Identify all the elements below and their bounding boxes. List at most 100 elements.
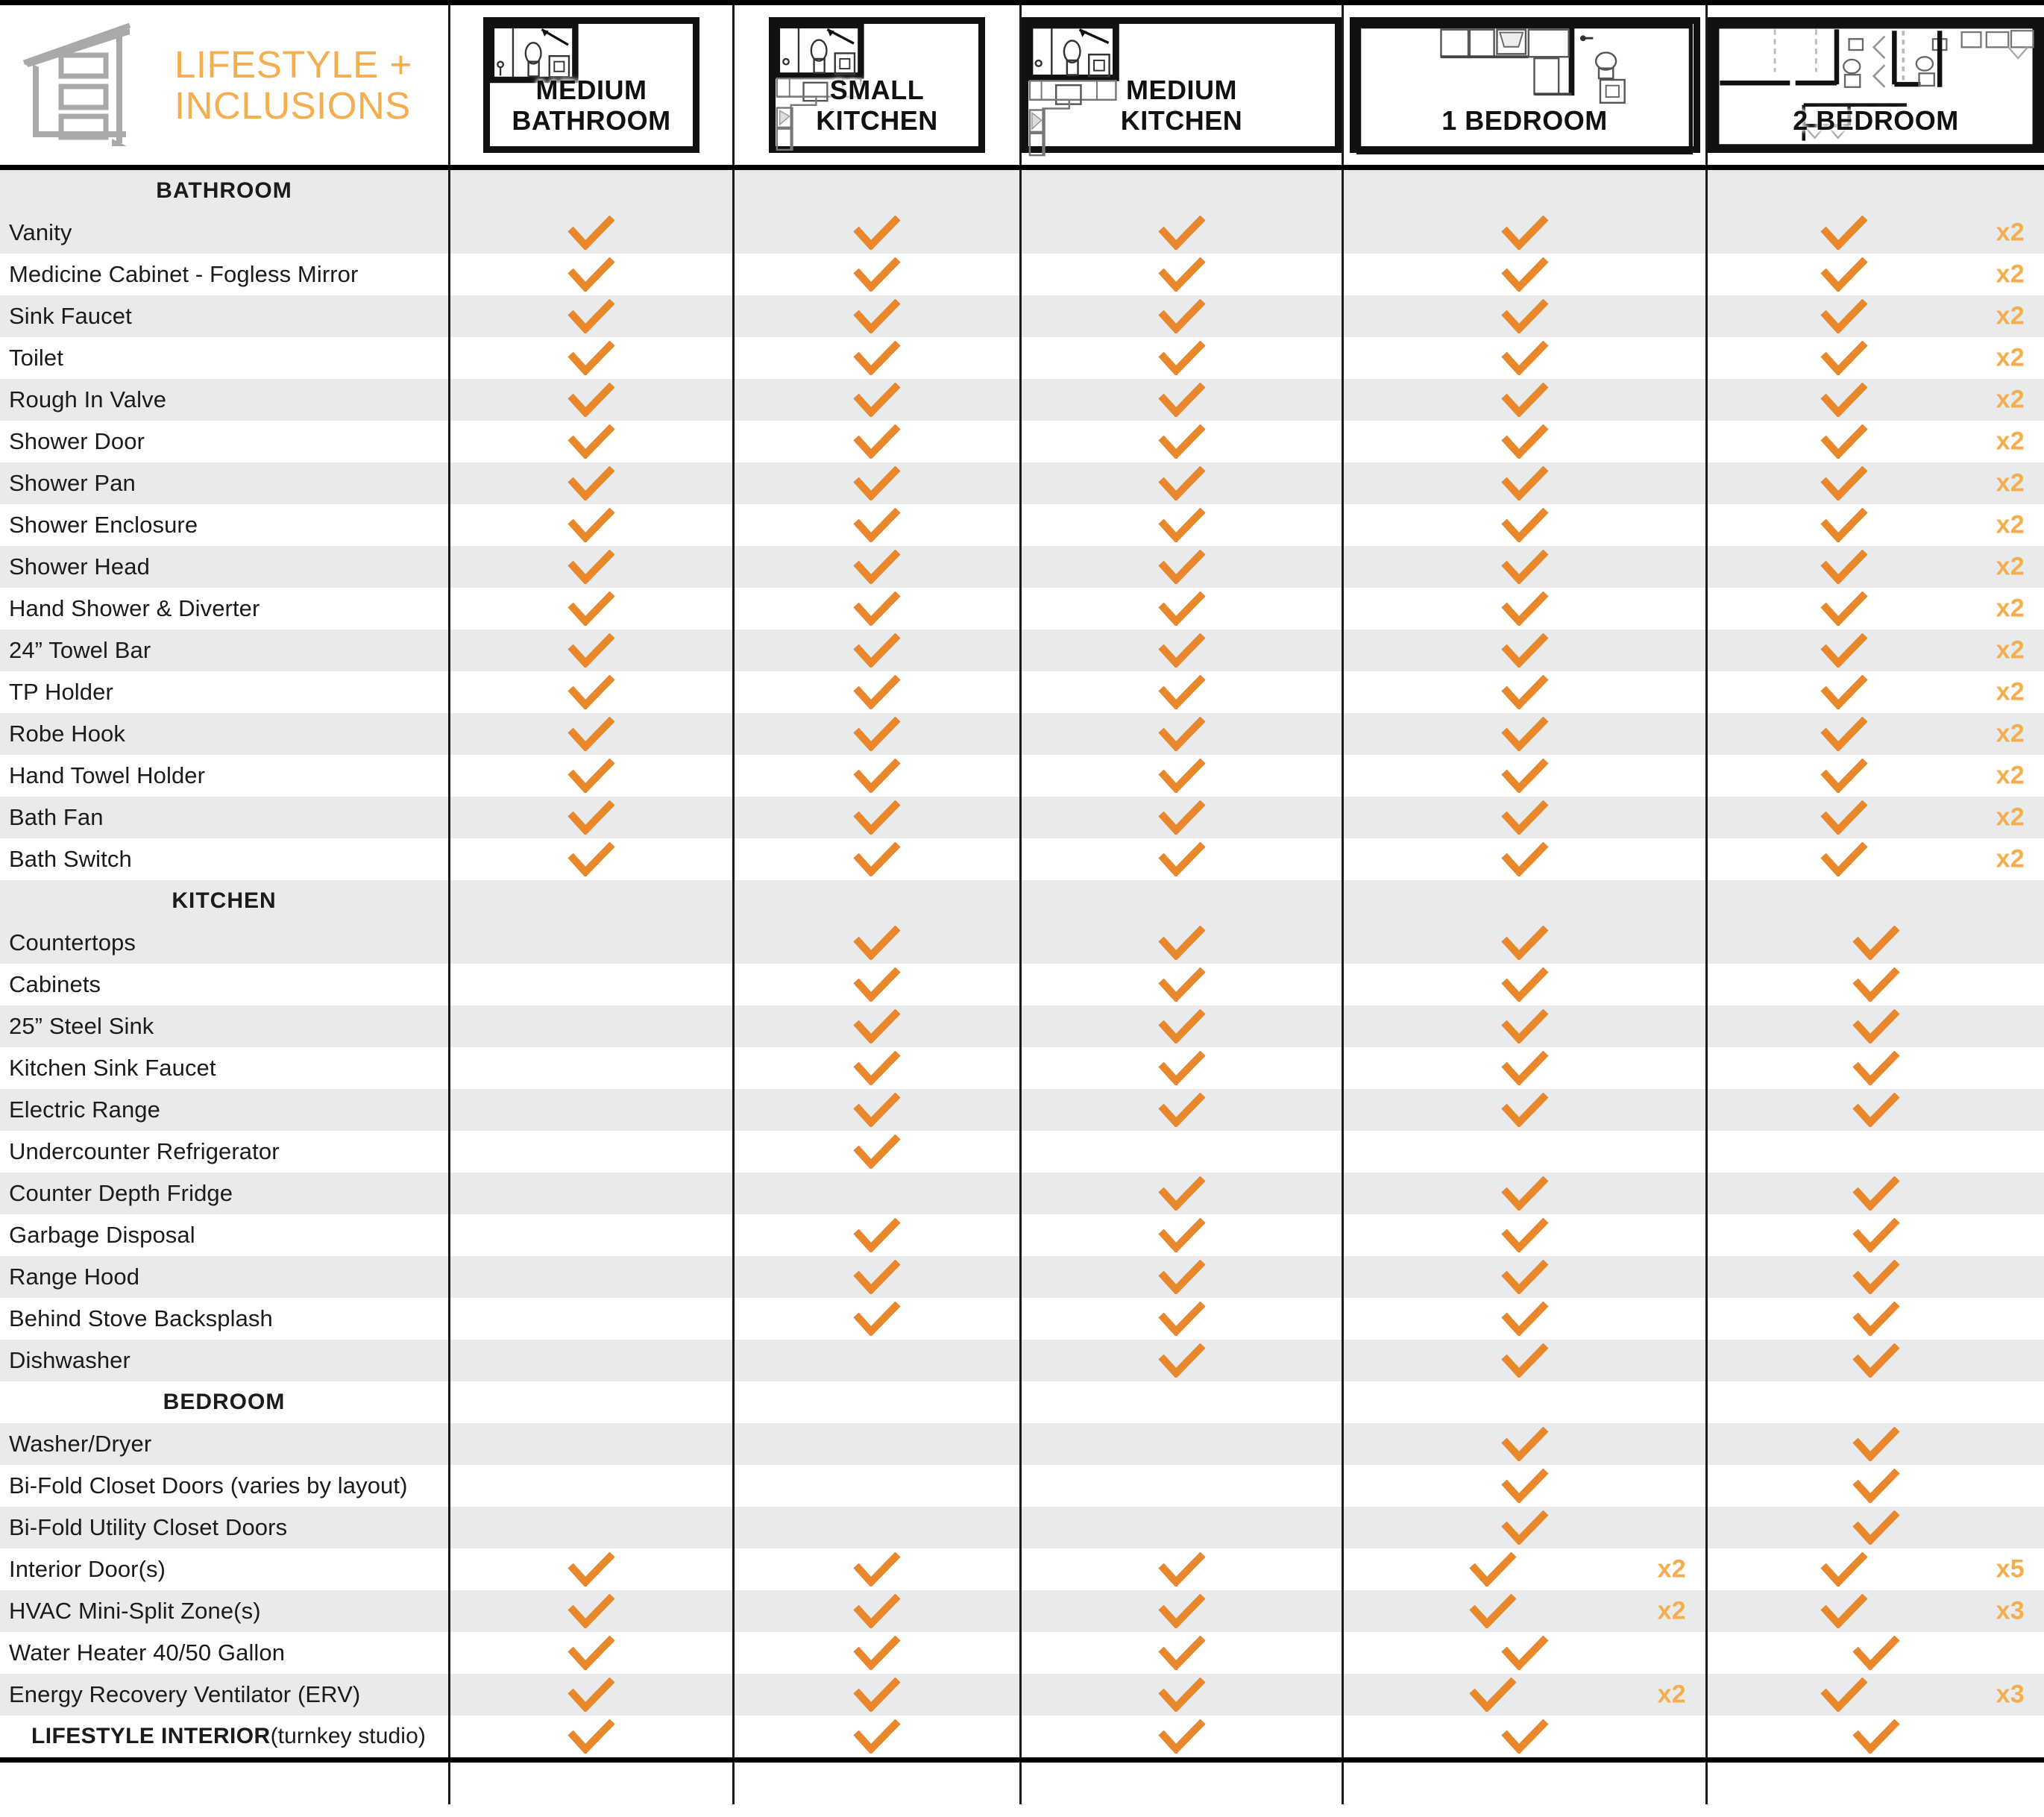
cell-content: [450, 1590, 732, 1632]
table-row: Counter Depth Fridge: [0, 1173, 2044, 1214]
cell-content: [450, 755, 732, 797]
cell-content: [450, 462, 732, 504]
cell-one_bedroom: [1344, 797, 1708, 838]
checkmark-icon: [1820, 466, 1868, 500]
table-row: Cabinets: [0, 964, 2044, 1005]
column-header-label: SMALL KITCHEN: [816, 75, 938, 136]
checkmark-icon: [567, 842, 615, 876]
cell-content: [1344, 922, 1705, 964]
quantity-multiplier: x2: [1996, 301, 2025, 330]
row-label: Shower Door: [0, 421, 450, 462]
cell-small_kitchen: [735, 1131, 1022, 1173]
cell-content: [1022, 254, 1342, 295]
cell-content: [1022, 337, 1342, 379]
checkmark-icon: [1157, 1678, 1206, 1712]
checkmark-icon: [1852, 1469, 1900, 1503]
quantity-multiplier: x2: [1657, 1554, 1686, 1584]
cell-content: x2: [1708, 588, 2044, 630]
cell-two_bedroom: x2: [1708, 713, 2044, 755]
cell-content: [1344, 964, 1705, 1005]
checkmark-icon: [1157, 1009, 1206, 1044]
row-label: Hand Shower & Diverter: [0, 588, 450, 630]
checkmark-icon: [853, 1218, 901, 1252]
checkmark-icon: [1157, 1302, 1206, 1336]
checkmark-icon: [1500, 759, 1549, 793]
cell-two_bedroom: x2: [1708, 254, 2044, 295]
cell-medium_bathroom: [450, 1423, 735, 1465]
checkmark-icon: [1500, 1093, 1549, 1127]
quantity-multiplier: x2: [1996, 427, 2025, 456]
checkmark-icon: [1500, 1636, 1549, 1670]
cell-content: [1022, 1716, 1342, 1757]
cell-content: [735, 1214, 1019, 1256]
checkmark-icon: [567, 299, 615, 333]
table-row: Medicine Cabinet - Fogless Mirror x2: [0, 254, 2044, 295]
table-row: Rough In Valve x2: [0, 379, 2044, 421]
cell-content: [1344, 1632, 1705, 1674]
cell-content: x2: [1708, 546, 2044, 588]
cell-medium_kitchen: [1022, 1131, 1344, 1173]
cell-small_kitchen: [735, 922, 1022, 964]
cell-medium_bathroom: [450, 1047, 735, 1089]
checkmark-icon: [853, 1678, 901, 1712]
cell-two_bedroom: [1708, 1005, 2044, 1047]
cell-medium_bathroom: [450, 797, 735, 838]
cell-two_bedroom: [1708, 1298, 2044, 1340]
table-row: 25” Steel Sink: [0, 1005, 2044, 1047]
row-label: 25” Steel Sink: [0, 1005, 450, 1047]
cell-two_bedroom: x3: [1708, 1590, 2044, 1632]
floorplan-2-bedroom-icon: 2 BEDROOM: [1708, 17, 2044, 153]
cell-content: [1022, 504, 1342, 546]
cell-content: [1344, 1298, 1705, 1340]
checkmark-icon: [853, 1009, 901, 1044]
cell-medium_bathroom: [450, 462, 735, 504]
section-header-cell-medium_kitchen: [1022, 170, 1344, 212]
cell-small_kitchen: [735, 295, 1022, 337]
cell-one_bedroom: [1344, 630, 1708, 671]
row-label-note: (turnkey studio): [270, 1724, 426, 1748]
cell-content: [1022, 212, 1342, 254]
cell-content: [1022, 838, 1342, 880]
cell-content: [450, 337, 732, 379]
cell-medium_kitchen: [1022, 797, 1344, 838]
table-row: Behind Stove Backsplash: [0, 1298, 2044, 1340]
quantity-multiplier: x2: [1996, 218, 2025, 247]
table-row: Undercounter Refrigerator: [0, 1131, 2044, 1173]
cell-medium_bathroom: [450, 1173, 735, 1214]
table-row: 24” Towel Bar x2: [0, 630, 2044, 671]
checkmark-icon: [1500, 1510, 1549, 1545]
cell-content: [1344, 1465, 1705, 1507]
checkmark-icon: [567, 550, 615, 584]
cell-content: [1708, 1465, 2044, 1507]
cell-small_kitchen: [735, 1089, 1022, 1131]
cell-medium_kitchen: [1022, 1590, 1344, 1632]
checkmark-icon: [1157, 591, 1206, 626]
row-label-bold: LIFESTYLE INTERIOR: [31, 1724, 271, 1748]
footer-cell: [1708, 1763, 2044, 1804]
cell-medium_kitchen: [1022, 1548, 1344, 1590]
row-label: Water Heater 40/50 Gallon: [0, 1632, 450, 1674]
cell-medium_kitchen: [1022, 254, 1344, 295]
cell-two_bedroom: [1708, 1423, 2044, 1465]
cell-two_bedroom: x2: [1708, 379, 2044, 421]
cell-small_kitchen: [735, 1005, 1022, 1047]
cell-content: [450, 421, 732, 462]
table-row: Dishwasher: [0, 1340, 2044, 1381]
cell-small_kitchen: [735, 421, 1022, 462]
checkmark-icon: [853, 1719, 901, 1754]
quantity-multiplier: x3: [1996, 1680, 2025, 1709]
cell-content: x2: [1344, 1548, 1705, 1590]
cell-medium_kitchen: [1022, 1005, 1344, 1047]
quantity-multiplier: x2: [1996, 468, 2025, 498]
checkmark-icon: [1500, 967, 1549, 1002]
checkmark-icon: [1157, 1552, 1206, 1587]
table-row: Shower Enclosure x2: [0, 504, 2044, 546]
cell-medium_kitchen: [1022, 504, 1344, 546]
cell-two_bedroom: x2: [1708, 630, 2044, 671]
table-row: Interior Door(s) x2 x5: [0, 1548, 2044, 1590]
checkmark-icon: [1500, 1218, 1549, 1252]
cell-content: [1022, 1173, 1342, 1214]
checkmark-icon: [1820, 759, 1868, 793]
section-header-cell-one_bedroom: [1344, 880, 1708, 922]
checkmark-icon: [1820, 675, 1868, 709]
